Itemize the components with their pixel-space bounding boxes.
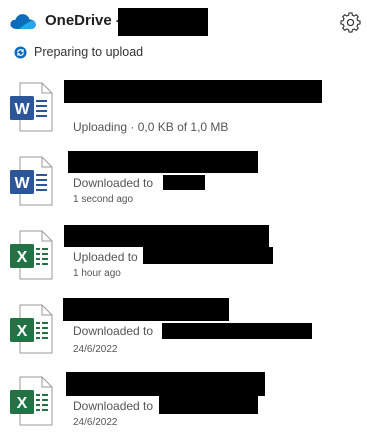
svg-text:X: X [17, 323, 28, 340]
redacted-file-name [63, 298, 229, 321]
file-time: 24/6/2022 [73, 344, 118, 355]
redacted-file-name [64, 225, 269, 247]
svg-text:X: X [17, 249, 28, 266]
redacted-account-name [118, 8, 208, 36]
app-title: OneDrive - [45, 12, 121, 29]
sync-status: Preparing to upload [14, 44, 143, 60]
file-time: 1 hour ago [73, 268, 121, 279]
excel-file-icon: X [10, 230, 53, 280]
list-item[interactable]: X Downloaded to 24/6/2022 [0, 368, 367, 435]
status-text: Preparing to upload [34, 45, 144, 59]
redacted-file-name [66, 372, 265, 396]
file-status: Uploading · 0,0 KB of 1,0 MB [73, 120, 229, 134]
file-status: Downloaded to [73, 176, 154, 190]
word-file-icon: W [10, 156, 53, 206]
list-item[interactable]: W Downloaded to 1 second ago [0, 150, 367, 224]
header: OneDrive - [0, 0, 367, 38]
svg-text:X: X [17, 395, 28, 412]
file-status: Uploaded to [73, 250, 138, 264]
list-item[interactable]: X Uploaded to 1 hour ago [0, 224, 367, 298]
word-file-icon: W [10, 82, 53, 132]
svg-text:W: W [14, 175, 30, 192]
file-time: 24/6/2022 [73, 417, 118, 428]
redacted-location [143, 247, 273, 264]
gear-icon[interactable] [340, 12, 361, 33]
file-status: Downloaded to [73, 324, 154, 338]
redacted-file-name [68, 151, 258, 173]
redacted-location [159, 396, 258, 414]
file-time: 1 second ago [73, 194, 134, 205]
redacted-file-name [64, 80, 322, 103]
redacted-location [163, 175, 205, 190]
sync-icon [14, 45, 27, 59]
file-status: Downloaded to [73, 399, 154, 413]
redacted-location [162, 323, 312, 339]
excel-file-icon: X [10, 376, 53, 426]
excel-file-icon: X [10, 304, 53, 354]
onedrive-cloud-icon [10, 14, 36, 29]
list-item[interactable]: W Uploading · 0,0 KB of 1,0 MB [0, 76, 367, 150]
list-item[interactable]: X Downloaded to 24/6/2022 [0, 298, 367, 372]
svg-text:W: W [14, 101, 30, 118]
